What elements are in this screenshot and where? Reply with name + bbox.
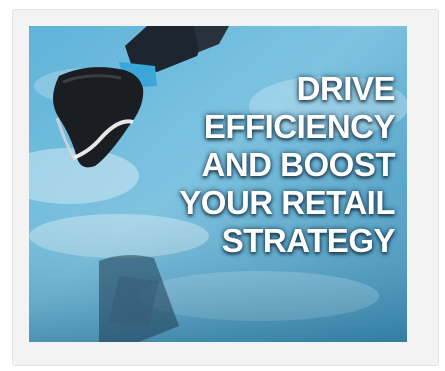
ad-banner-link[interactable]: DRIVE EFFICIENCY AND BOOST YOUR RETAIL S… bbox=[29, 26, 407, 342]
headline-line-2: EFFICIENCY bbox=[203, 108, 396, 145]
headline-line-5: STRATEGY bbox=[221, 222, 396, 259]
headline-line-3: AND BOOST bbox=[201, 146, 396, 183]
headline-line-4: YOUR RETAIL bbox=[179, 184, 395, 221]
headline-line-1: DRIVE bbox=[296, 70, 396, 107]
ad-headline: DRIVE EFFICIENCY AND BOOST YOUR RETAIL S… bbox=[105, 70, 395, 260]
